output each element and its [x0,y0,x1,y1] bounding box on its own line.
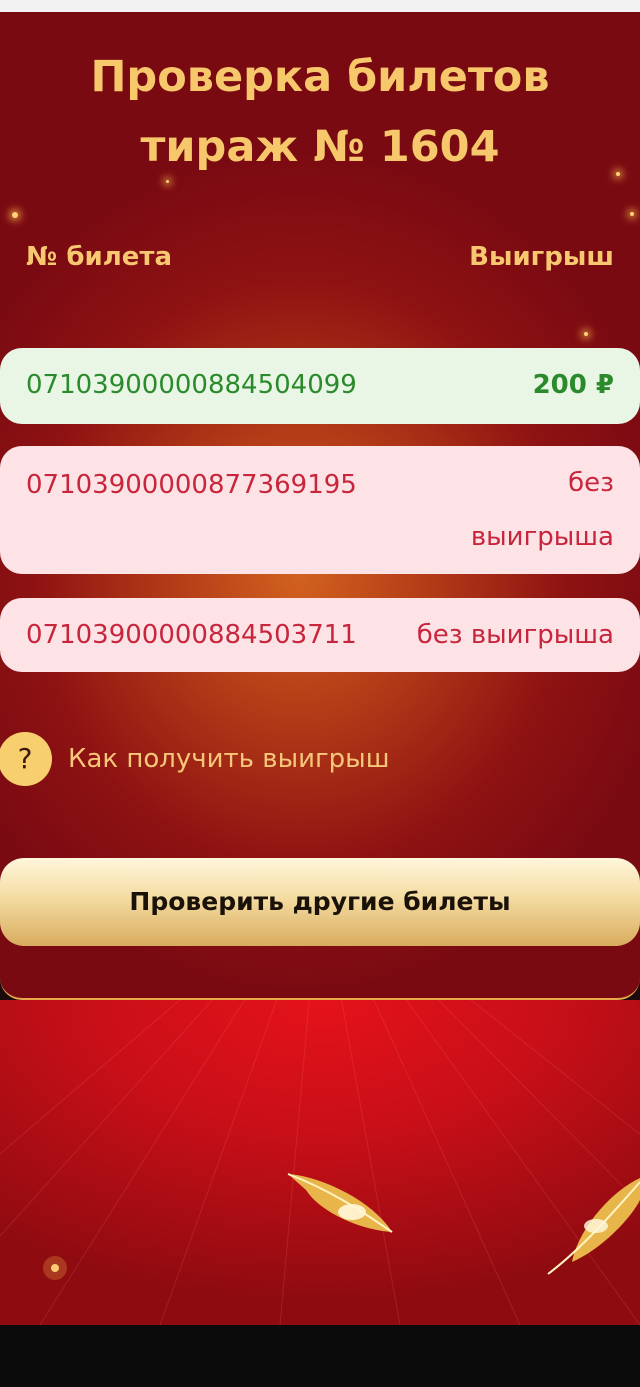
page-title: Проверка билетов тираж № 1604 [0,42,640,182]
ticket-result: 200 ₽ [532,370,614,400]
column-header-ticket: № билета [26,242,172,272]
ticket-number: 071039000008845040​99 [26,370,357,400]
sunburst-rays [0,1000,640,1325]
ticket-row-win: 071039000008845040​99 200 ₽ [0,348,640,424]
ticket-result: без выигрыша [470,468,614,552]
column-header-win: Выигрыш [469,242,614,272]
feather-icon [287,1173,393,1233]
feather-icon [547,1178,640,1275]
page-title-line2: тираж № 1604 [140,122,500,172]
sparkle-decoration [630,212,634,216]
question-icon: ? [0,732,52,786]
page-title-line1: Проверка билетов [90,52,550,102]
ticket-row-lose: 07103900000884503711 без выигрыша [0,598,640,672]
status-strip [0,0,640,12]
ticket-row-lose: 07103900000877369195 без выигрыша [0,446,640,574]
ticket-number: 07103900000877369195 [26,470,357,500]
check-other-tickets-button[interactable]: Проверить другие билеты [0,858,640,946]
ticket-result: без выигрыша [416,620,614,650]
sparkle-decoration [12,212,18,218]
decorative-background [0,1000,640,1325]
sparkle-decoration [584,332,588,336]
results-card: Проверка билетов тираж № 1604 № билета В… [0,12,640,1000]
ticket-number: 07103900000884503711 [26,620,357,650]
how-to-get-prize-label: Как получить выигрыш [68,744,390,774]
navigation-bar [0,1325,640,1387]
how-to-get-prize-link[interactable]: ? Как получить выигрыш [0,732,640,786]
